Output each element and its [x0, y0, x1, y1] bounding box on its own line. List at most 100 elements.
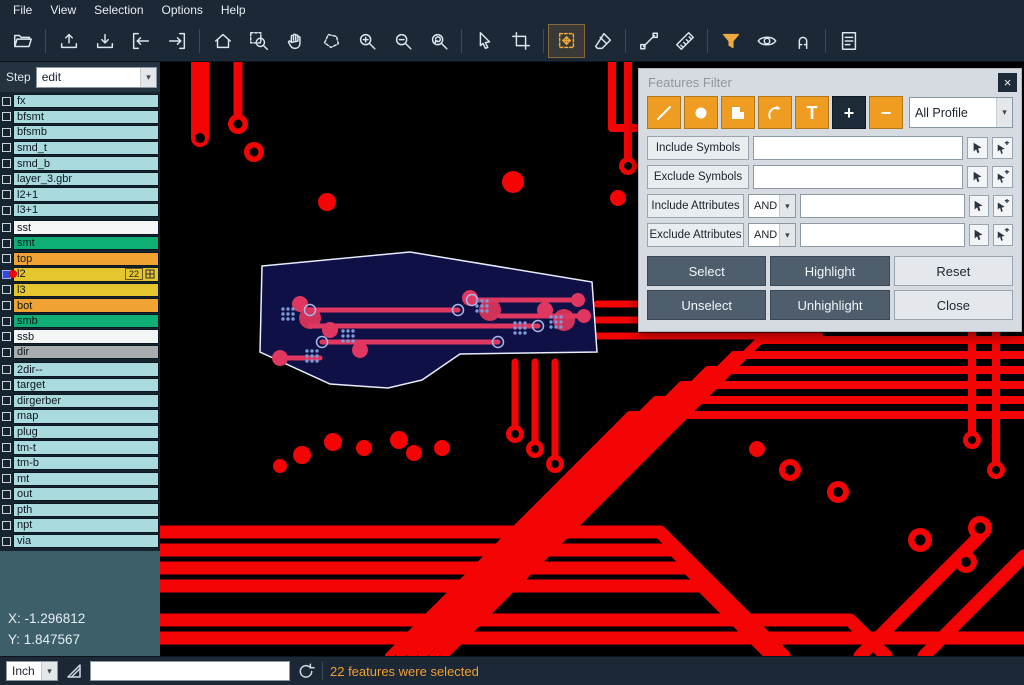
layer-row[interactable]: out — [0, 487, 159, 501]
remove-filter-button[interactable]: − — [869, 96, 903, 129]
crop-select-button[interactable] — [503, 25, 538, 57]
layer-cell[interactable]: pth — [13, 503, 159, 517]
layer-row[interactable]: ssb — [0, 329, 159, 343]
layer-cell[interactable]: l3+1 — [13, 203, 159, 217]
layer-cell[interactable]: sst — [13, 220, 159, 234]
layer-visibility-checkbox[interactable] — [0, 314, 13, 328]
layer-cell[interactable]: target — [13, 378, 159, 392]
select-button[interactable]: Select — [647, 256, 766, 286]
layer-row[interactable]: pth — [0, 503, 159, 517]
chevron-down-icon[interactable]: ▾ — [140, 68, 156, 87]
include-attributes-button[interactable]: Include Attributes — [647, 194, 744, 218]
zoom-reset-button[interactable] — [421, 25, 456, 57]
layer-cell[interactable]: plug — [13, 425, 159, 439]
layer-cell[interactable]: dirgerber — [13, 394, 159, 408]
layer-row[interactable]: sst — [0, 220, 159, 234]
layer-cell[interactable]: l3 — [13, 283, 159, 297]
layer-row[interactable]: smd_t — [0, 141, 159, 155]
menu-item-options[interactable]: Options — [153, 1, 212, 19]
menu-item-file[interactable]: File — [4, 1, 41, 19]
layer-visibility-checkbox[interactable] — [0, 425, 13, 439]
layer-row[interactable]: tm-t — [0, 440, 159, 454]
chevron-down-icon[interactable]: ▾ — [41, 662, 57, 680]
visibility-button[interactable] — [749, 25, 784, 57]
layer-cell[interactable]: bfsmt — [13, 110, 159, 124]
layer-row[interactable]: l3 — [0, 283, 159, 297]
layer-cell[interactable]: l2 22 — [13, 267, 159, 281]
arc-feature-button[interactable] — [758, 96, 792, 129]
dialog-close-button[interactable]: × — [998, 73, 1017, 92]
report-button[interactable] — [831, 25, 866, 57]
layer-visibility-checkbox[interactable] — [0, 345, 13, 359]
layer-cell[interactable]: dir — [13, 345, 159, 359]
layer-row[interactable]: fx — [0, 94, 159, 108]
refresh-icon[interactable] — [297, 662, 315, 680]
pick-symbol-add-button[interactable] — [992, 137, 1013, 159]
erase-button[interactable] — [585, 25, 620, 57]
layer-row[interactable]: 2dir-- — [0, 362, 159, 376]
layer-visibility-checkbox[interactable] — [0, 156, 13, 170]
layer-row[interactable]: bfsmt — [0, 110, 159, 124]
layer-row[interactable]: plug — [0, 425, 159, 439]
step-select[interactable]: edit ▾ — [36, 67, 157, 88]
layer-row[interactable]: bot — [0, 298, 159, 312]
layer-visibility-checkbox[interactable] — [0, 125, 13, 139]
layer-visibility-checkbox[interactable] — [0, 503, 13, 517]
layer-cell[interactable]: 2dir-- — [13, 362, 159, 376]
layer-cell[interactable]: smd_b — [13, 156, 159, 170]
layer-row[interactable]: dirgerber — [0, 394, 159, 408]
layer-row[interactable]: smb — [0, 314, 159, 328]
line-feature-button[interactable] — [647, 96, 681, 129]
layer-cell[interactable]: layer_3.gbr — [13, 172, 159, 186]
layer-visibility-checkbox[interactable] — [0, 252, 13, 266]
zoom-in-button[interactable] — [349, 25, 384, 57]
layer-visibility-checkbox[interactable] — [0, 534, 13, 548]
chevron-down-icon[interactable]: ▾ — [779, 195, 795, 217]
layer-visibility-checkbox[interactable] — [0, 472, 13, 486]
layer-visibility-checkbox[interactable] — [0, 362, 13, 376]
pick-symbol-button[interactable] — [967, 166, 988, 188]
text-feature-button[interactable]: T — [795, 96, 829, 129]
layer-row[interactable]: map — [0, 409, 159, 423]
layer-row[interactable]: dir — [0, 345, 159, 359]
include-attributes-operator-select[interactable]: AND ▾ — [748, 194, 796, 218]
pick-attribute-button[interactable] — [969, 224, 989, 246]
menu-item-selection[interactable]: Selection — [85, 1, 152, 19]
layer-row[interactable]: smt — [0, 236, 159, 250]
layer-visibility-checkbox[interactable] — [0, 236, 13, 250]
layer-cell[interactable]: via — [13, 534, 159, 548]
layer-cell[interactable]: top — [13, 252, 159, 266]
layer-row[interactable]: via — [0, 534, 159, 548]
layer-visibility-checkbox[interactable] — [0, 94, 13, 108]
snap-button[interactable] — [785, 25, 820, 57]
layer-row[interactable]: l3+1 — [0, 203, 159, 217]
layer-visibility-checkbox[interactable] — [0, 378, 13, 392]
layer-visibility-checkbox[interactable] — [0, 329, 13, 343]
layer-visibility-checkbox[interactable] — [0, 203, 13, 217]
exclude-attributes-button[interactable]: Exclude Attributes — [647, 223, 744, 247]
open-folder-button[interactable] — [5, 25, 40, 57]
profile-select[interactable]: All Profile ▾ — [909, 97, 1013, 128]
pointer-button[interactable] — [467, 25, 502, 57]
layer-row[interactable]: smd_b — [0, 156, 159, 170]
pick-attribute-add-button[interactable] — [993, 195, 1013, 217]
layer-visibility-checkbox[interactable] — [0, 220, 13, 234]
highlight-button[interactable]: Highlight — [770, 256, 889, 286]
layer-row[interactable]: bfsmb — [0, 125, 159, 139]
layer-visibility-checkbox[interactable] — [0, 394, 13, 408]
units-select[interactable]: Inch ▾ — [6, 661, 58, 681]
layer-cell[interactable]: smd_t — [13, 141, 159, 155]
home-view-button[interactable] — [205, 25, 240, 57]
pan-button[interactable] — [277, 25, 312, 57]
layer-cell[interactable]: mt — [13, 472, 159, 486]
pick-symbol-button[interactable] — [967, 137, 988, 159]
reset-button[interactable]: Reset — [894, 256, 1013, 286]
pick-attribute-button[interactable] — [969, 195, 989, 217]
layer-cell[interactable]: smt — [13, 236, 159, 250]
layer-row[interactable]: npt — [0, 518, 159, 532]
layer-row[interactable]: top — [0, 252, 159, 266]
layer-visibility-checkbox[interactable] — [0, 518, 13, 532]
menu-item-view[interactable]: View — [41, 1, 85, 19]
close-button[interactable]: Close — [894, 290, 1013, 320]
chevron-down-icon[interactable]: ▾ — [996, 98, 1012, 127]
